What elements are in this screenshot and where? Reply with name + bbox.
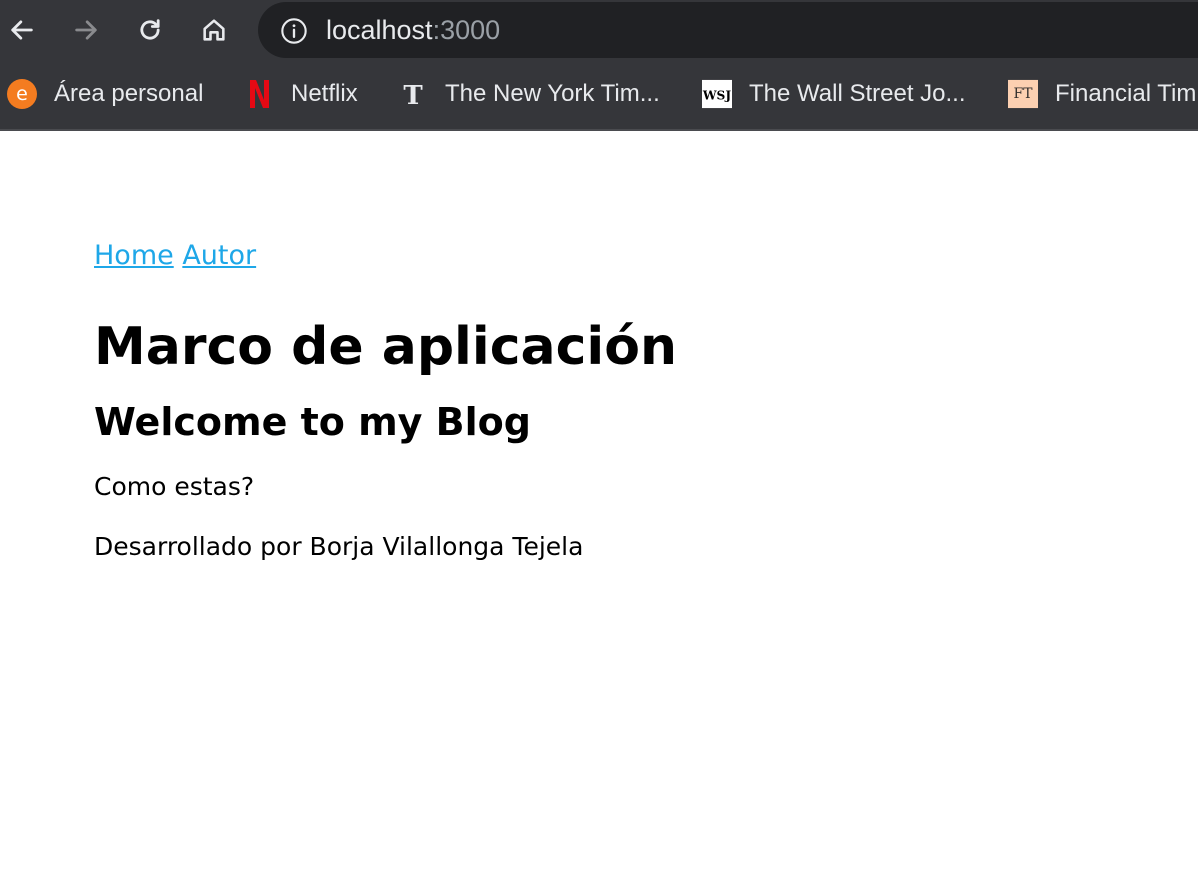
browser-chrome: localhost:3000 e Área personal Netflix T… — [0, 0, 1198, 131]
address-bar[interactable]: localhost:3000 — [258, 2, 1198, 58]
autor-link[interactable]: Autor — [182, 240, 256, 271]
ft-icon: FT — [1008, 79, 1038, 109]
e-orange-icon: e — [7, 79, 37, 109]
bookmark-label: Netflix — [291, 80, 358, 107]
home-icon — [203, 19, 225, 41]
bookmark-netflix[interactable]: Netflix — [244, 76, 358, 112]
page-content: Home Autor Marco de aplicación Welcome t… — [94, 240, 1094, 562]
blog-heading: Welcome to my Blog — [94, 399, 531, 444]
reload-button[interactable] — [132, 12, 168, 48]
reload-icon — [140, 19, 160, 40]
bookmark-label: The Wall Street Jo... — [749, 80, 966, 107]
bookmark-ft[interactable]: FT Financial Tim — [1008, 76, 1196, 112]
bookmark-label: The New York Tim... — [445, 80, 660, 107]
bookmark-wsj[interactable]: WSJ The Wall Street Jo... — [702, 76, 966, 112]
svg-text:FT: FT — [1013, 86, 1033, 102]
bookmark-label: Financial Tim — [1055, 80, 1197, 107]
svg-text:e: e — [16, 83, 28, 105]
nyt-icon: T — [398, 79, 428, 109]
bookmark-nyt[interactable]: T The New York Tim... — [398, 76, 660, 112]
info-icon[interactable] — [280, 17, 308, 45]
url-host: localhost — [326, 15, 433, 45]
svg-text:T: T — [403, 81, 423, 109]
body-text: Como estas? — [94, 472, 255, 502]
browser-toolbar: localhost:3000 — [0, 0, 1198, 62]
netflix-icon — [244, 79, 274, 109]
bookmark-area-personal[interactable]: e Área personal — [7, 76, 203, 112]
arrow-right-icon — [75, 20, 97, 40]
back-button[interactable] — [4, 12, 40, 48]
home-button[interactable] — [196, 12, 232, 48]
home-link[interactable]: Home — [94, 240, 174, 271]
bookmarks-bar: e Área personal Netflix T The New York T… — [0, 62, 1198, 129]
bookmark-label: Área personal — [54, 80, 204, 107]
forward-button[interactable] — [68, 12, 104, 48]
arrow-left-icon — [11, 20, 33, 40]
site-nav: Home Autor — [94, 240, 1094, 280]
svg-text:WSJ: WSJ — [702, 89, 731, 103]
page-title: Marco de aplicación — [94, 317, 677, 377]
footer-credit: Desarrollado por Borja Vilallonga Tejela — [94, 531, 584, 561]
wsj-icon: WSJ — [702, 79, 732, 109]
url-port: :3000 — [432, 15, 501, 45]
url-text[interactable]: localhost:3000 — [326, 15, 500, 46]
